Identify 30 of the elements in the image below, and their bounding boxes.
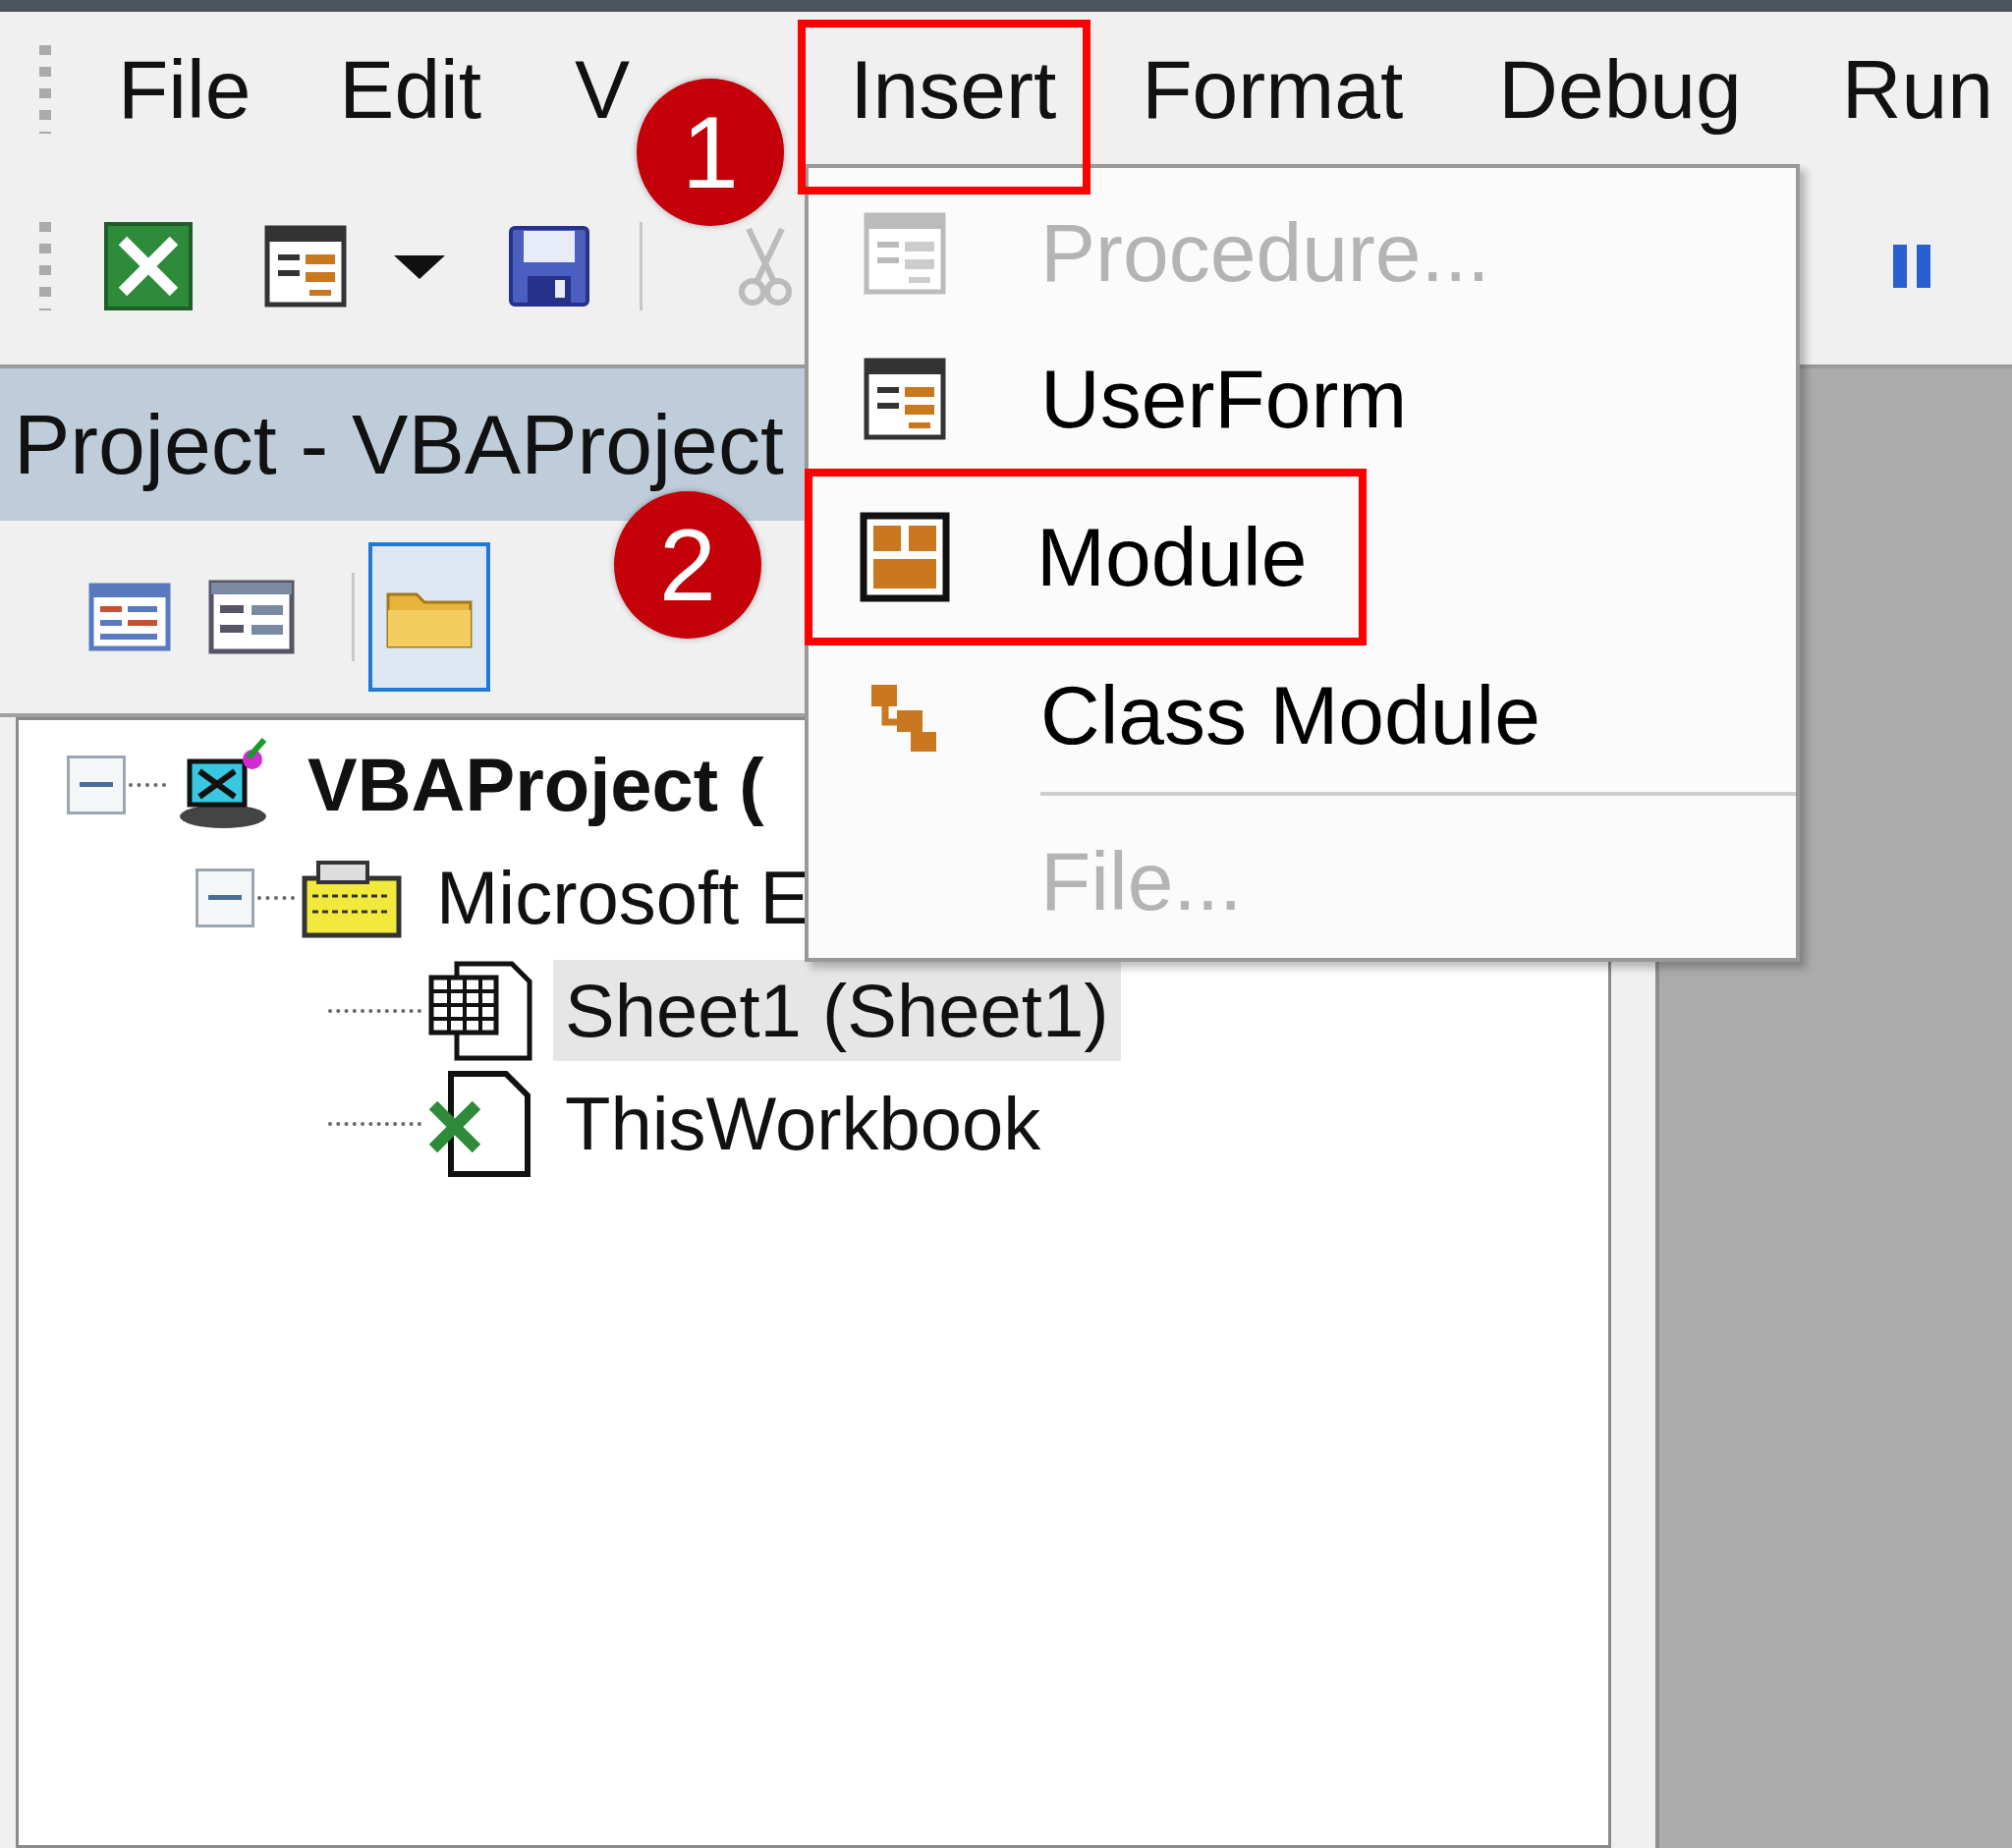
tree-item[interactable]: ThisWorkbook (553, 1073, 1053, 1174)
module-icon (860, 512, 950, 602)
panel-title: Project - VBAProject (14, 396, 784, 493)
insert-userform-button[interactable] (264, 224, 347, 308)
excel-button[interactable] (103, 220, 194, 311)
menu-item[interactable]: Run (1841, 12, 1993, 167)
workbook-icon (427, 1069, 533, 1178)
tree-item[interactable]: VBAProject ( (296, 734, 776, 835)
menu-item[interactable]: V (575, 12, 631, 167)
collapse-toggle[interactable] (196, 868, 254, 927)
procedure-icon (864, 211, 946, 295)
userform-icon (864, 358, 946, 440)
save-button[interactable] (508, 224, 590, 308)
menu-item[interactable]: Class Module (809, 645, 1796, 786)
code-view-icon (88, 583, 171, 651)
save-icon (508, 224, 590, 308)
menu-item[interactable]: File (118, 12, 252, 167)
menu-item[interactable]: UserForm (809, 329, 1796, 469)
worksheet-icon (427, 959, 533, 1062)
menu-item[interactable]: Format (1142, 12, 1404, 167)
menu-item[interactable]: Module (805, 469, 1367, 645)
menu-item[interactable]: Edit (339, 12, 482, 167)
collapse-toggle[interactable] (67, 755, 126, 814)
menu-item[interactable]: Insert (850, 12, 1057, 167)
menu-item[interactable]: Debug (1498, 12, 1742, 167)
tree-item[interactable]: Sheet1 (Sheet1) (553, 960, 1121, 1061)
userform-icon (264, 224, 347, 308)
spreadsheet-icon (103, 220, 194, 311)
object-view-icon (208, 580, 295, 654)
toggle-folders-button[interactable] (368, 542, 490, 692)
